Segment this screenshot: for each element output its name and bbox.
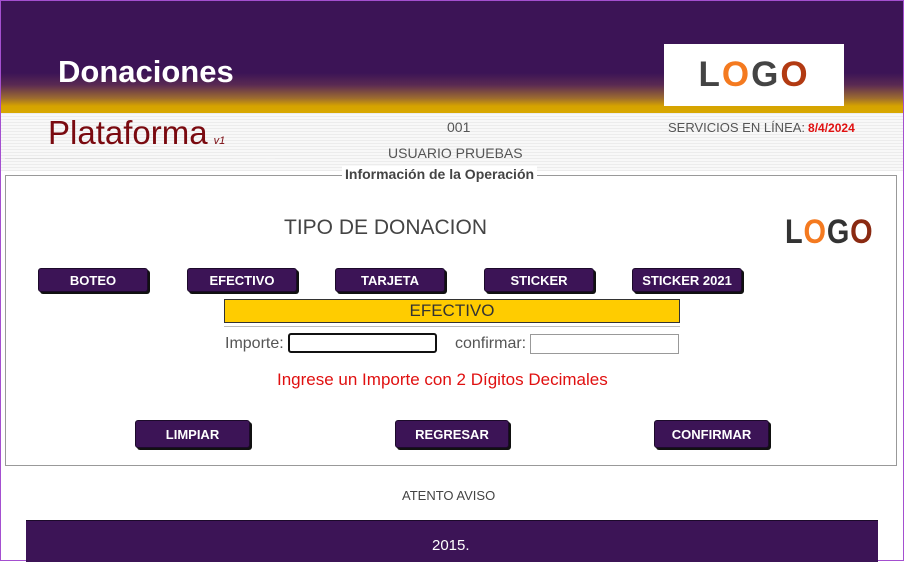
confirm-amount-input[interactable] <box>530 334 679 354</box>
version-label: v1 <box>213 135 226 147</box>
header-logo-letter-1: O <box>721 55 752 94</box>
validation-message: Ingrese un Importe con 2 Dígitos Decimal… <box>277 370 608 389</box>
footer: 2015. <box>26 520 878 562</box>
services-date: 8/4/2024 <box>808 121 855 135</box>
panel-logo-letter-0: L <box>785 213 804 251</box>
amount-input[interactable] <box>288 333 437 353</box>
user-name: USUARIO PRUEBAS <box>388 145 523 161</box>
donation-type-heading: TIPO DE DONACION <box>284 216 488 239</box>
platform-underline <box>5 158 275 159</box>
platform-label: Plataforma <box>48 114 208 151</box>
services-status: SERVICIOS EN LÍNEA: 8/4/2024 <box>668 120 855 135</box>
divider <box>224 326 680 327</box>
panel-legend: Información de la Operación <box>342 166 538 182</box>
type-button-efectivo[interactable]: EFECTIVO <box>187 268 297 292</box>
type-button-sticker-2021[interactable]: STICKER 2021 <box>632 268 742 292</box>
header-logo-letter-3: O <box>780 55 810 94</box>
panel-logo-letter-2: G <box>826 213 851 251</box>
header-logo-letter-2: G <box>751 55 781 94</box>
panel-logo: LOGO <box>785 213 874 252</box>
footer-text: 2015. <box>432 537 470 554</box>
branch-code: 001 <box>447 119 471 135</box>
services-label: SERVICIOS EN LÍNEA: <box>668 120 806 135</box>
panel-logo-letter-3: O <box>850 213 874 251</box>
confirm-label: confirmar: <box>455 335 527 352</box>
type-button-boteo[interactable]: BOTEO <box>38 268 148 292</box>
panel-logo-letter-1: O <box>803 213 827 251</box>
confirm-button[interactable]: CONFIRMAR <box>654 420 769 448</box>
amount-label: Importe: <box>225 335 284 352</box>
clear-button[interactable]: LIMPIAR <box>135 420 250 448</box>
selected-type-bar: EFECTIVO <box>224 299 680 323</box>
app-title: Donaciones <box>58 54 234 89</box>
platform-title: Plataforma v1 <box>48 114 225 152</box>
notice-text: ATENTO AVISO <box>402 488 496 503</box>
type-button-sticker[interactable]: STICKER <box>484 268 594 292</box>
header-logo: LOGO <box>664 44 844 106</box>
header-logo-letter-0: L <box>698 55 722 94</box>
back-button[interactable]: REGRESAR <box>395 420 509 448</box>
type-button-tarjeta[interactable]: TARJETA <box>335 268 445 292</box>
